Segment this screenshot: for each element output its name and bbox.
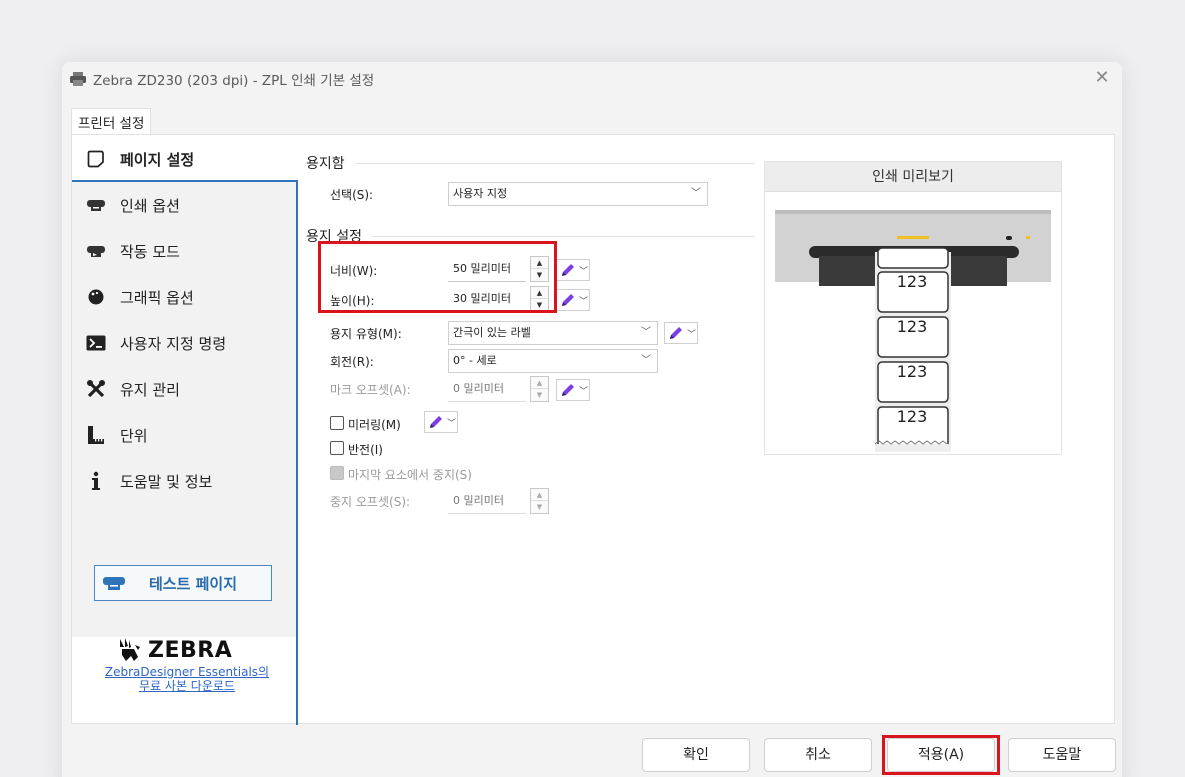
spin-down-icon: ▼ (536, 503, 543, 511)
chevron-down-icon: ﹀ (691, 188, 701, 199)
stop-offset-label: 중지 오프셋(S): (330, 495, 411, 509)
window-title: Zebra ZD230 (203 dpi) - ZPL 인쇄 기본 설정 (93, 73, 375, 89)
chevron-down-icon: ﹀ (579, 386, 589, 397)
print-preferences-dialog: Zebra ZD230 (203 dpi) - ZPL 인쇄 기본 설정 ✕ 프… (62, 62, 1122, 777)
stop-offset-stepper: ▲ ▼ (530, 488, 549, 514)
page-icon (86, 149, 106, 169)
sidebar-item-help-info[interactable]: 도움말 및 정보 (72, 459, 296, 503)
tools-icon (86, 379, 106, 399)
graphic-icon (86, 287, 106, 307)
mark-offset-label: 마크 오프셋(A): (330, 383, 411, 397)
help-button[interactable]: 도움말 (1008, 738, 1116, 772)
title-bar: Zebra ZD230 (203 dpi) - ZPL 인쇄 기본 설정 ✕ (62, 62, 1122, 96)
spin-down-icon: ▼ (536, 391, 543, 399)
spin-up-icon: ▲ (531, 377, 548, 389)
test-page-button[interactable]: 테스트 페이지 (94, 565, 272, 601)
height-pen-dropdown[interactable]: ﹀ (556, 289, 590, 311)
paper-source-title: 용지함 (306, 156, 345, 172)
ok-button[interactable]: 확인 (642, 738, 750, 772)
rotation-dropdown[interactable]: 0° - 세로 ﹀ (448, 349, 658, 373)
printer-icon (86, 195, 106, 215)
stop-last-label: 마지막 요소에서 중지(S) (348, 468, 472, 482)
spin-up-icon: ▲ (531, 489, 548, 501)
printer-icon (70, 72, 86, 86)
invert-checkbox[interactable] (330, 441, 344, 455)
settings-panel: 페이지 설정 인쇄 옵션 작동 모드 그래픽 옵션 사용자 지정 명령 유지 관… (71, 134, 1115, 725)
stop-last-checkbox (330, 466, 344, 480)
preview-title: 인쇄 미리보기 (765, 162, 1061, 192)
sidebar-item-graphic-options[interactable]: 그래픽 옵션 (72, 275, 296, 319)
zebra-logo: ZEBRA (116, 635, 238, 665)
label-number: 123 (896, 362, 928, 381)
download-link[interactable]: ZebraDesigner Essentials의 무료 사본 다운로드 (92, 665, 282, 693)
mark-offset-pen-dropdown[interactable]: ﹀ (556, 379, 590, 401)
select-label: 선택(S): (330, 188, 374, 202)
width-pen-dropdown[interactable]: ﹀ (556, 259, 590, 281)
size-highlight (318, 241, 557, 313)
label-number: 123 (896, 407, 928, 426)
sidebar-item-maintenance[interactable]: 유지 관리 (72, 367, 296, 411)
media-type-label: 용지 유형(M): (330, 327, 402, 341)
command-icon (86, 333, 106, 353)
sidebar-item-print-options[interactable]: 인쇄 옵션 (72, 183, 296, 227)
pencil-icon (670, 327, 682, 339)
chevron-down-icon: ﹀ (641, 327, 651, 338)
label-number: 123 (896, 272, 928, 291)
label-number: 123 (896, 317, 928, 336)
chevron-down-icon: ﹀ (579, 266, 589, 277)
sidebar-item-page-setup[interactable]: 페이지 설정 (72, 137, 296, 181)
sidebar-item-custom-commands[interactable]: 사용자 지정 명령 (72, 321, 296, 365)
sidebar: 페이지 설정 인쇄 옵션 작동 모드 그래픽 옵션 사용자 지정 명령 유지 관… (72, 135, 298, 725)
chevron-down-icon: ﹀ (687, 329, 697, 340)
info-icon (86, 471, 106, 491)
zebra-head-icon (120, 638, 140, 661)
chevron-down-icon: ﹀ (447, 418, 457, 429)
pencil-icon (562, 264, 574, 276)
chevron-down-icon: ﹀ (641, 355, 651, 366)
print-preview: 인쇄 미리보기 123 123 123 123 (764, 161, 1062, 455)
ruler-icon (86, 425, 106, 445)
close-button[interactable]: ✕ (1092, 68, 1112, 88)
mark-offset-stepper: ▲ ▼ (530, 376, 549, 402)
mirror-label: 미러링(M) (348, 418, 401, 432)
chevron-down-icon: ﹀ (579, 296, 589, 307)
pencil-icon (430, 416, 442, 428)
sidebar-item-units[interactable]: 단위 (72, 413, 296, 457)
rotation-label: 회전(R): (330, 355, 374, 369)
sidebar-item-operation-mode[interactable]: 작동 모드 (72, 229, 296, 273)
pencil-icon (562, 384, 574, 396)
pencil-icon (562, 294, 574, 306)
mirror-checkbox[interactable] (330, 416, 344, 430)
tab-printer-settings[interactable]: 프린터 설정 (71, 108, 152, 134)
media-type-dropdown[interactable]: 간극이 있는 라벨 ﹀ (448, 321, 658, 345)
apply-highlight (882, 735, 1000, 775)
printer-icon (101, 573, 127, 593)
paper-source-dropdown[interactable]: 사용자 지정 ﹀ (448, 182, 708, 206)
mark-offset-input: 0 밀리미터 (448, 376, 526, 402)
invert-label: 반전(I) (348, 443, 383, 457)
cancel-button[interactable]: 취소 (764, 738, 872, 772)
printer-mode-icon (86, 241, 106, 261)
mirror-pen-dropdown[interactable]: ﹀ (424, 411, 458, 433)
media-type-pen-dropdown[interactable]: ﹀ (664, 322, 698, 344)
stop-offset-input: 0 밀리미터 (448, 488, 526, 514)
